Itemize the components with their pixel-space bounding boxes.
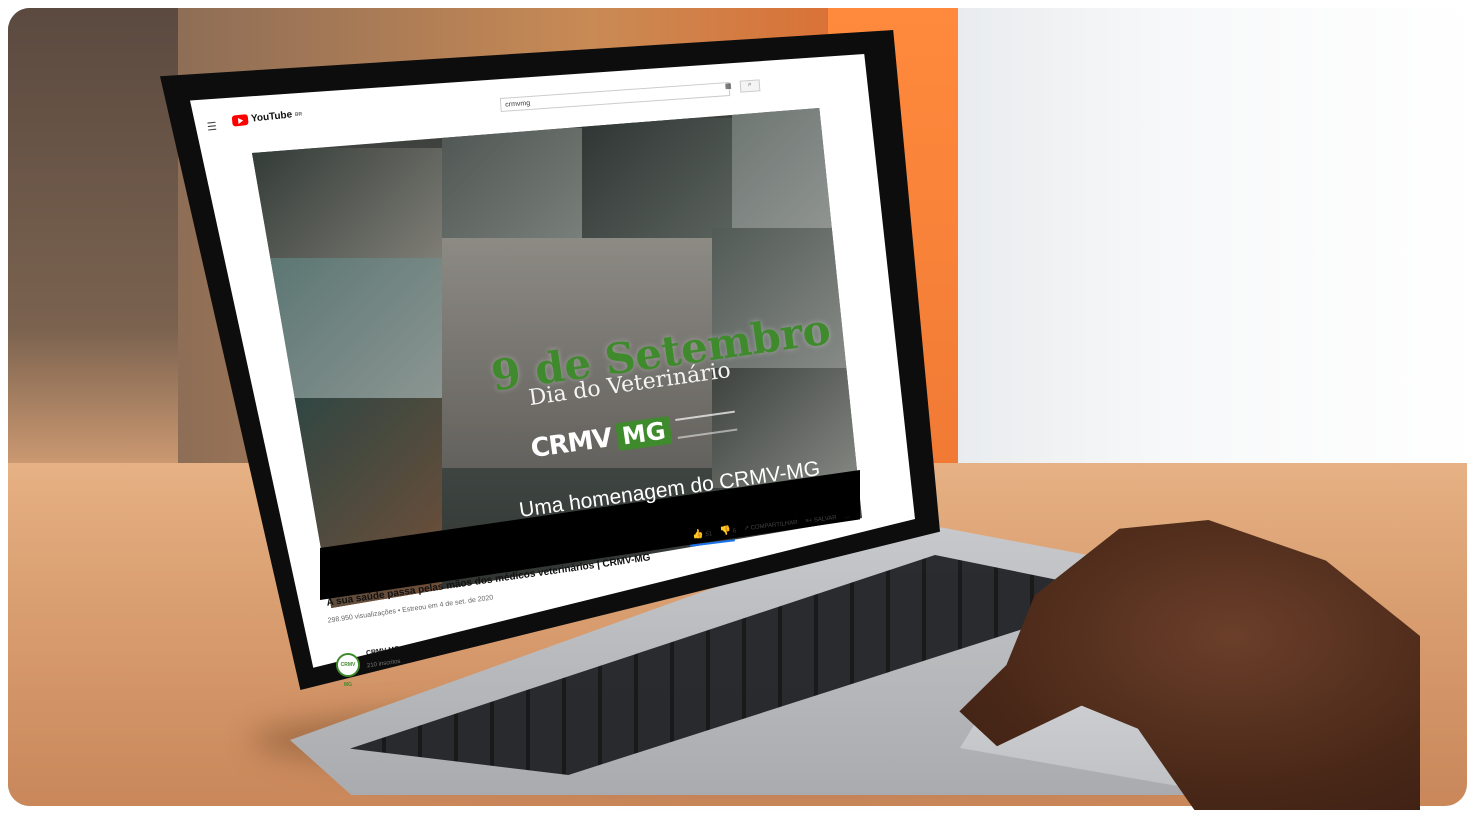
like-count: 51 xyxy=(705,531,713,539)
channel-avatar[interactable]: CRMV MG xyxy=(336,653,360,688)
hamburger-icon[interactable]: ☰ xyxy=(206,119,219,134)
dislike-count: 6 xyxy=(732,528,737,535)
search-icon[interactable]: ⌕ xyxy=(739,79,761,93)
thumbs-up-icon: 👍 xyxy=(691,528,705,540)
save-button[interactable]: ≡+ SALVAR xyxy=(805,514,837,524)
thumbs-down-icon: 👎 xyxy=(719,524,732,537)
more-button[interactable]: ... xyxy=(844,513,850,520)
dislike-button[interactable]: 👎 6 xyxy=(719,524,736,537)
youtube-logo-region: BR xyxy=(294,110,303,118)
share-icon: ↗ xyxy=(743,525,750,533)
brand-mg-text: MG xyxy=(615,415,673,452)
save-label: SALVAR xyxy=(813,514,837,524)
youtube-play-icon xyxy=(231,114,249,127)
playlist-add-icon: ≡+ xyxy=(805,517,813,525)
brand-tagline-lines xyxy=(674,410,738,439)
keyboard-icon[interactable]: ▦ xyxy=(725,82,732,90)
background-wall-white xyxy=(958,8,1467,478)
